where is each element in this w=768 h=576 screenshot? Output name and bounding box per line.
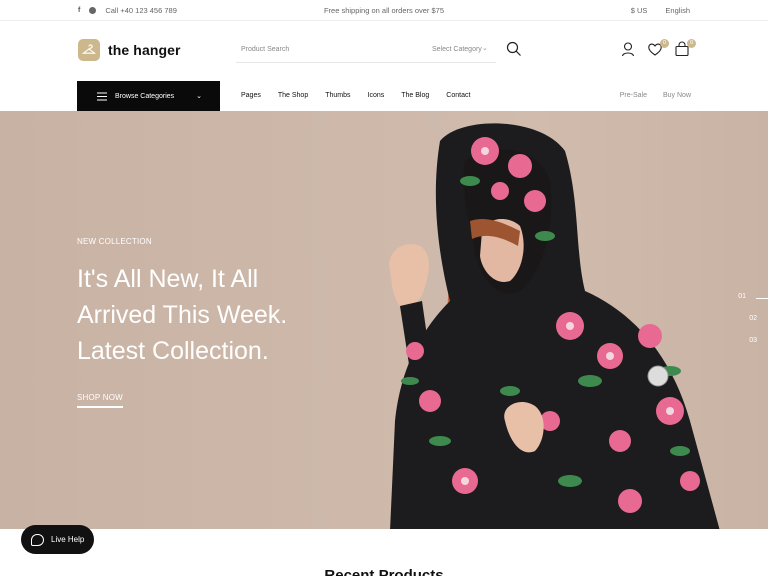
user-icon — [621, 42, 635, 57]
search-button[interactable] — [506, 41, 524, 59]
browse-label: Browse Categories — [115, 92, 175, 100]
hero-banner: NEW COLLECTION It's All New, It All Arri… — [0, 111, 768, 529]
section-title: Recent Products — [324, 567, 444, 576]
hero-headline-line: Arrived This Week. — [77, 301, 288, 329]
nav-item-contact[interactable]: Contact — [446, 92, 470, 99]
chat-icon — [31, 533, 44, 546]
nav-item-icons[interactable]: Icons — [368, 92, 385, 99]
top-bar: f Call +40 123 456 789 Free shipping on … — [0, 0, 768, 21]
slide-indicator-03[interactable]: 03 — [749, 337, 757, 344]
pre-sale-link[interactable]: Pre-Sale — [620, 92, 647, 99]
topbar-options: $ US English — [631, 6, 690, 15]
currency-selector[interactable]: $ US — [631, 6, 648, 15]
nav-menu: Pages The Shop Thumbs Icons The Blog Con… — [241, 92, 470, 99]
browse-categories-button[interactable]: Browse Categories ⌄ — [77, 81, 220, 111]
hero-kicker: NEW COLLECTION — [77, 237, 152, 246]
search-input[interactable]: Product Search — [241, 46, 289, 53]
chevron-down-icon: ⌄ — [482, 45, 488, 52]
live-help-label: Live Help — [51, 535, 85, 544]
nav-item-pages[interactable]: Pages — [241, 92, 261, 99]
menu-icon — [97, 92, 107, 100]
slide-indicator-02[interactable]: 02 — [749, 315, 757, 322]
cart-button[interactable]: 0 — [674, 39, 696, 59]
shop-now-button[interactable]: SHOP NOW — [77, 393, 123, 408]
logo-text: the hanger — [108, 42, 181, 58]
active-slide-line — [756, 298, 768, 299]
search-icon — [506, 41, 521, 56]
nav-right-links: Pre-Sale Buy Now — [620, 92, 691, 99]
hero-model-image — [389, 123, 720, 529]
hero-headline: It's All New, It All Arrived This Week. … — [77, 261, 287, 369]
account-button[interactable] — [620, 41, 638, 59]
slide-indicator-01[interactable]: 01 — [738, 293, 746, 300]
wishlist-count-badge: 0 — [660, 39, 669, 48]
hanger-icon — [78, 39, 100, 61]
wishlist-button[interactable]: 0 — [647, 39, 669, 59]
buy-now-link[interactable]: Buy Now — [663, 92, 691, 99]
main-nav: Browse Categories ⌄ Pages The Shop Thumb… — [0, 81, 768, 111]
cart-count-badge: 0 — [687, 39, 696, 48]
nav-item-thumbs[interactable]: Thumbs — [325, 92, 350, 99]
nav-item-the-shop[interactable]: The Shop — [278, 92, 308, 99]
category-select[interactable]: Select Category — [432, 46, 482, 53]
hero-headline-line: It's All New, It All — [77, 265, 259, 293]
header-icons: 0 0 — [620, 39, 696, 59]
live-help-button[interactable]: Live Help — [21, 525, 94, 554]
hero-headline-line: Latest Collection. — [77, 337, 269, 365]
language-selector[interactable]: English — [665, 6, 690, 15]
logo[interactable]: the hanger — [78, 39, 181, 61]
search-bar[interactable]: Product Search Select Category ⌄ — [236, 39, 496, 63]
chevron-down-icon: ⌄ — [196, 93, 203, 100]
nav-item-the-blog[interactable]: The Blog — [401, 92, 429, 99]
site-header: the hanger Product Search Select Categor… — [0, 21, 768, 81]
